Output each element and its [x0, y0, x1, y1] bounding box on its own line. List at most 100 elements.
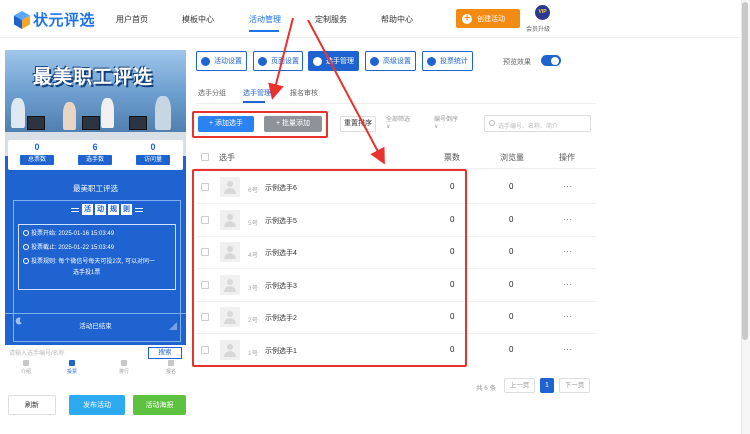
clock-icon	[23, 230, 29, 236]
button-label: 投票统计	[440, 58, 468, 65]
vip-upgrade-label[interactable]: 会员升级	[526, 24, 550, 33]
stat-visits: 0 访问量	[124, 140, 182, 170]
create-activity-label: 创建活动	[477, 15, 505, 23]
banner-title: 最美职工评选	[33, 67, 154, 88]
bar-chart-icon	[121, 360, 127, 366]
sort-label: 编号倒序	[434, 117, 459, 123]
rule-voting: 投票规则: 每个微信号每天可投2次, 可以对同一	[23, 257, 155, 268]
plus-icon: +	[462, 13, 472, 24]
player-management-button[interactable]: 选手管理	[308, 51, 359, 71]
create-activity-button[interactable]: + 创建活动	[456, 9, 520, 28]
banner-monitor	[129, 116, 147, 130]
rule-text: 投票开始: 2025-01-16 15:03:49	[31, 231, 115, 237]
more-options-icon[interactable]: ···	[563, 247, 573, 256]
next-page-button[interactable]: 下一页	[559, 378, 590, 393]
rules-heading-char: 动	[95, 204, 106, 215]
banner-person	[155, 96, 171, 130]
button-label: 选手管理	[326, 58, 354, 65]
nav-custom-service[interactable]: 定制服务	[315, 14, 347, 25]
tab-player-groups[interactable]: 选手分组	[198, 88, 226, 98]
flag-icon	[69, 360, 75, 366]
refresh-button[interactable]: 刷新	[8, 395, 56, 415]
users-icon	[313, 56, 322, 66]
more-options-icon[interactable]: ···	[563, 345, 573, 354]
cube-logo-icon	[14, 10, 30, 29]
preview-tab-rank[interactable]: 排行	[109, 360, 139, 375]
stat-label: 访问量	[136, 155, 170, 165]
highlight-box-table	[192, 169, 467, 367]
activity-title: 最美职工评选	[73, 184, 118, 193]
highlight-box-actions	[192, 111, 328, 138]
rules-heading-char: 活	[82, 204, 93, 215]
nav-template-center[interactable]: 模板中心	[182, 14, 214, 25]
nav-activity-management[interactable]: 活动管理	[249, 14, 281, 25]
rule-voting-cont: 选手投1票	[73, 270, 101, 276]
clock-icon	[23, 244, 29, 250]
rule-text: 投票规则: 每个微信号每天可投2次, 可以对同一	[31, 259, 156, 265]
button-label: 页面设置	[271, 58, 299, 65]
chart-icon	[427, 56, 436, 66]
activity-ended-label: 活动已结束	[79, 323, 112, 330]
preview-search-placeholder: 请输入选手编号/名称	[9, 351, 65, 357]
mobile-preview: 最美职工评选 0 总票数 6 选手数 0 访问量 最美职工评选 活 动 规 则 …	[5, 50, 186, 378]
more-options-icon[interactable]: ···	[563, 280, 573, 289]
nav-active-underline	[249, 30, 279, 32]
decor-line	[135, 207, 143, 212]
toggle-knob	[551, 56, 559, 65]
column-header-votes[interactable]: 票数	[444, 152, 460, 163]
rules-heading-char: 则	[121, 204, 132, 215]
user-icon	[168, 360, 174, 366]
nav-help-center[interactable]: 帮助中心	[381, 14, 413, 25]
filter-all-select[interactable]: 全部筛选 ∨	[386, 117, 410, 131]
arrow-to-table	[307, 19, 385, 165]
banner-monitor	[27, 116, 45, 130]
activity-poster-button[interactable]: 活动海报	[133, 395, 186, 415]
sliders-icon	[370, 56, 379, 66]
stat-total-votes: 0 总票数	[8, 140, 66, 170]
rules-heading-char: 规	[108, 204, 119, 215]
banner-person	[63, 102, 76, 130]
nav-user-home[interactable]: 用户首页	[116, 14, 148, 25]
preview-tab-intro[interactable]: 介绍	[11, 360, 41, 375]
tab-label: 投票	[66, 369, 77, 375]
banner-monitor	[82, 116, 100, 130]
column-header-player: 选手	[219, 153, 235, 162]
tab-player-management[interactable]: 选手管理	[243, 88, 271, 98]
info-icon	[23, 258, 29, 264]
column-header-views[interactable]: 浏览量	[500, 152, 524, 163]
player-search-placeholder: 选手编号、名称、简介	[498, 124, 559, 130]
publish-activity-button[interactable]: 发布活动	[69, 395, 125, 415]
activity-settings-button[interactable]: 活动设置	[196, 51, 247, 71]
preview-tabbar: 介绍 投票 排行 报名	[5, 359, 186, 378]
gear-icon	[258, 56, 267, 66]
player-views: 0	[509, 182, 514, 191]
sort-select[interactable]: 编号倒序 ∨	[434, 117, 458, 131]
page-number-current[interactable]: 1	[540, 378, 554, 393]
stat-value: 0	[150, 142, 156, 152]
player-views: 0	[509, 312, 514, 321]
select-all-checkbox[interactable]	[201, 153, 209, 161]
preview-tab-signup[interactable]: 报名	[156, 360, 186, 375]
vote-statistics-button[interactable]: 投票统计	[422, 51, 473, 71]
logo[interactable]: 状元评选	[14, 9, 95, 30]
prev-page-button[interactable]: 上一页	[504, 378, 535, 393]
tab-label: 排行	[118, 369, 129, 375]
top-navbar: 状元评选 用户首页 模板中心 活动管理 定制服务 帮助中心 + 创建活动 VIP…	[0, 0, 741, 38]
column-header-actions: 操作	[559, 153, 575, 162]
more-options-icon[interactable]: ···	[563, 215, 573, 224]
advanced-settings-button[interactable]: 高级设置	[365, 51, 416, 71]
preview-search-button[interactable]: 搜索	[148, 347, 182, 359]
stat-label: 选手数	[78, 155, 112, 165]
reset-sort-button[interactable]: 重置排序	[340, 116, 376, 132]
page-scrollbar-thumb[interactable]	[742, 2, 748, 340]
more-options-icon[interactable]: ···	[563, 182, 573, 191]
player-views: 0	[509, 279, 514, 289]
vip-badge-icon[interactable]: VIP	[535, 5, 550, 20]
rules-content: 投票开始: 2025-01-16 15:03:49 投票截止: 2025-01-…	[18, 224, 176, 290]
more-options-icon[interactable]: ···	[563, 312, 573, 321]
tab-signup-review[interactable]: 报名审核	[290, 88, 318, 98]
page-settings-button[interactable]: 页面设置	[253, 51, 303, 71]
intro-icon	[23, 360, 29, 366]
preview-tab-vote[interactable]: 投票	[57, 360, 87, 375]
rule-text: 投票截止: 2025-01-22 15:03:49	[31, 245, 115, 251]
